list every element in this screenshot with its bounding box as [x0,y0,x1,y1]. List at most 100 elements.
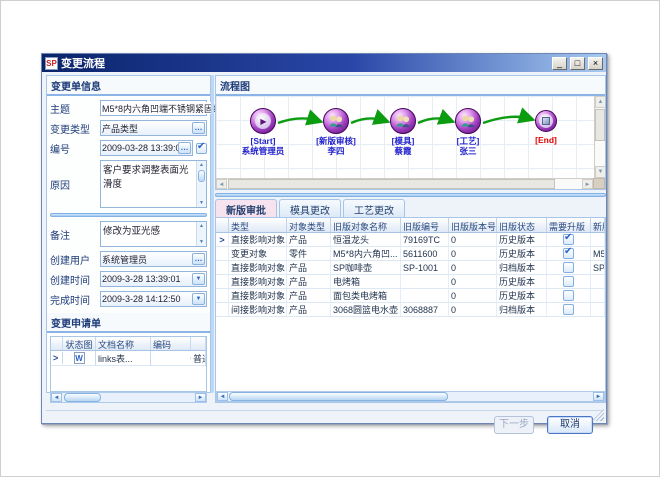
col-upgrade[interactable]: 需要升版 [547,218,591,232]
mini-grid-row[interactable]: > W links表... 普通 [51,351,206,366]
mini-grid-hscrollbar[interactable]: ◄ ► [50,392,207,403]
table-row[interactable]: 直接影响对象 产品 SP咖啡壶 SP-1001 0 归档版本 ✔ SP咖 [216,261,605,275]
upgrade-checkbox[interactable]: ✔ [563,234,574,245]
tab-new-version-approval[interactable]: 新版审批 [215,199,277,218]
flow-vscrollbar[interactable]: ▲ ▼ [594,96,605,178]
change-type-row: 变更类型 产品类型 … [50,120,207,136]
create-time-label: 创建时间 [50,272,100,287]
create-time-dropdown-icon[interactable]: ▼ [192,273,205,285]
number-row: 编号 2009-03-28 13:39:01 … ✔ [50,140,207,156]
col-new-name[interactable]: 新版 [591,218,605,232]
minimize-button[interactable]: _ [552,57,567,70]
finish-time-row: 完成时间 2009-3-28 14:12:50 ▼ [50,291,207,307]
table-row[interactable]: > 直接影响对象 产品 恒温龙头 79169TC 0 历史版本 ✔ [216,233,605,247]
col-old-no[interactable]: 旧版编号 [401,218,449,232]
scroll-right-icon[interactable]: ► [582,179,593,189]
col-status-icon[interactable]: 状态图 [63,337,96,350]
next-button[interactable]: 下一步 [494,416,534,434]
grid-hscrollbar[interactable]: ◄ ► [216,391,605,402]
people-icon [455,108,481,134]
table-row[interactable]: 间接影响对象 产品 3068圆篮电水壶 3068887 0 归档版本 ✔ [216,303,605,317]
scroll-left-icon[interactable]: ◄ [216,179,227,189]
upgrade-checkbox[interactable]: ✔ [563,248,574,259]
close-button[interactable]: × [588,57,603,70]
approval-grid: 类型 对象类型 旧版对象名称 旧版编号 旧版版本号 旧版状态 需要升版 新版 >… [215,217,606,403]
table-row[interactable]: 变更对象 零件 M5*8内六角凹... 5611600 0 历史版本 ✔ M5*… [216,247,605,261]
tab-craft-change[interactable]: 工艺更改 [343,199,405,218]
panel-title-change-order-info: 变更单信息 [47,76,210,96]
reason-scrollbar[interactable]: ▲ ▼ [196,161,206,207]
scroll-up-icon[interactable]: ▲ [595,96,606,108]
remarks-scrollbar[interactable]: ▲ ▼ [196,222,206,246]
scroll-left-icon[interactable]: ◄ [51,393,62,402]
flow-chart-panel: 流程图 [215,75,606,190]
scroll-right-icon[interactable]: ► [195,393,206,402]
scroll-thumb[interactable] [229,392,448,401]
horizontal-splitter[interactable] [215,193,606,197]
col-type[interactable]: 类型 [229,218,287,232]
scroll-thumb[interactable] [198,170,205,182]
col-doc-name[interactable]: 文档名称 [96,337,151,350]
scroll-thumb[interactable] [595,109,605,141]
upgrade-checkbox[interactable]: ✔ [563,276,574,287]
scroll-down-icon[interactable]: ▼ [197,238,206,246]
scroll-thumb[interactable] [228,179,555,189]
number-checkbox[interactable]: ✔ [196,143,207,154]
mini-grid-header[interactable]: 状态图 文档名称 编码 [51,337,206,351]
table-row[interactable]: 直接影响对象 产品 电烤箱 0 历史版本 ✔ [216,275,605,289]
create-time-row: 创建时间 2009-3-28 13:39:01 ▼ [50,271,207,287]
flow-hscrollbar[interactable]: ◄ ► [216,178,593,189]
screenshot-page: SP 变更流程 _ □ × 变更单信息 主题 变更类型 产品类型 [0,0,660,477]
scroll-down-icon[interactable]: ▼ [595,166,606,178]
create-time-field[interactable]: 2009-3-28 13:39:01 ▼ [100,271,207,287]
vertical-splitter[interactable] [211,75,214,393]
change-process-dialog: SP 变更流程 _ □ × 变更单信息 主题 变更类型 产品类型 [41,53,607,424]
flow-node-end[interactable]: [End] [506,110,586,145]
remarks-textarea[interactable]: 修改为亚光感 ▲ ▼ [100,221,207,247]
selected-row-icon: > [219,235,224,245]
creator-browse-button[interactable]: … [192,253,205,265]
col-old-ver[interactable]: 旧版版本号 [449,218,497,232]
col-code[interactable]: 编码 [151,337,191,350]
maximize-button[interactable]: □ [570,57,585,70]
grid-header[interactable]: 类型 对象类型 旧版对象名称 旧版编号 旧版版本号 旧版状态 需要升版 新版 [216,218,605,233]
selected-row-icon: > [53,353,58,363]
table-row[interactable]: 直接影响对象 产品 面包类电烤箱 0 历史版本 ✔ [216,289,605,303]
subject-label: 主题 [50,101,100,116]
change-type-field[interactable]: 产品类型 … [100,120,207,136]
remarks-label: 备注 [50,227,100,242]
tab-mold-change[interactable]: 模具更改 [279,199,341,218]
titlebar[interactable]: SP 变更流程 _ □ × [42,54,606,72]
app-icon: SP [45,57,58,70]
scroll-down-icon[interactable]: ▼ [197,199,206,207]
upgrade-checkbox[interactable]: ✔ [563,304,574,315]
scroll-up-icon[interactable]: ▲ [197,222,206,230]
flow-node-start[interactable]: ▶ [Start]系统管理员 [223,108,303,156]
finish-time-field[interactable]: 2009-3-28 14:12:50 ▼ [100,291,207,307]
col-obj-type[interactable]: 对象类型 [287,218,331,232]
number-field[interactable]: 2009-03-28 13:39:01 … [100,140,193,156]
creator-field[interactable]: 系统管理员 … [100,251,207,267]
subject-input[interactable] [102,102,219,114]
scroll-left-icon[interactable]: ◄ [217,392,228,401]
reason-textarea[interactable]: 客户要求调整表面光滑度 ▲ ▼ [100,160,207,208]
flow-node-craft[interactable]: [工艺]张三 [428,108,508,156]
cancel-button[interactable]: 取消 [547,416,593,434]
flow-canvas[interactable]: ▶ [Start]系统管理员 [新版审核]李四 [216,96,594,178]
number-browse-button[interactable]: … [178,142,191,154]
scroll-right-icon[interactable]: ► [593,392,604,401]
col-old-status[interactable]: 旧版状态 [497,218,547,232]
scroll-up-icon[interactable]: ▲ [197,161,206,169]
tabstrip: 新版审批 模具更改 工艺更改 [215,200,405,218]
scroll-thumb[interactable] [64,393,101,402]
creator-label: 创建用户 [50,252,100,267]
col-old-name[interactable]: 旧版对象名称 [331,218,401,232]
change-request-grid: 状态图 文档名称 编码 > W links表... 普通 [50,336,207,392]
change-type-browse-button[interactable]: … [192,122,205,134]
upgrade-checkbox[interactable]: ✔ [563,262,574,273]
finish-time-dropdown-icon[interactable]: ▼ [192,293,205,305]
left-splitter[interactable] [50,213,207,217]
change-type-label: 变更类型 [50,121,100,136]
reason-label: 原因 [50,177,100,192]
upgrade-checkbox[interactable]: ✔ [563,290,574,301]
